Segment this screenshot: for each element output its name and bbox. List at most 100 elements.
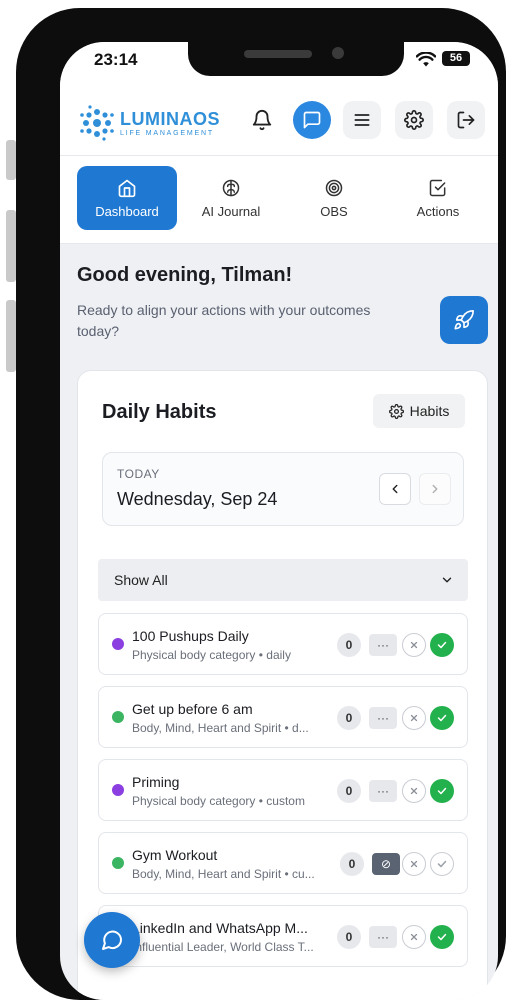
log-out-icon [457, 111, 475, 129]
rocket-icon [454, 310, 474, 330]
habits-settings-button[interactable]: Habits [373, 394, 465, 428]
habit-count-badge: 0 [337, 779, 361, 803]
habit-complete-button[interactable] [430, 852, 454, 876]
habits-button-label: Habits [409, 403, 450, 419]
battery-indicator: 56 [442, 51, 470, 66]
habit-options-button[interactable]: ··· [369, 780, 397, 802]
previous-day-button[interactable] [379, 473, 411, 505]
tab-ai-journal[interactable]: AI Journal [181, 166, 281, 230]
habit-options-button[interactable]: ··· [369, 707, 397, 729]
habit-name: 100 Pushups Daily [132, 628, 249, 644]
habit-skip-button[interactable] [402, 633, 426, 657]
brand-name: LUMINAOS [120, 108, 220, 129]
check-icon [436, 639, 448, 651]
tab-label: Dashboard [95, 203, 159, 219]
brand-tagline: LIFE MANAGEMENT [120, 129, 214, 137]
habit-category-dot [112, 857, 124, 869]
tab-label: OBS [320, 203, 348, 219]
settings-button[interactable] [395, 101, 433, 139]
home-icon [118, 179, 136, 197]
habit-complete-button[interactable] [430, 633, 454, 657]
checkbox-icon [429, 179, 446, 196]
habit-count-badge: 0 [340, 852, 364, 876]
date-label: TODAY [117, 467, 160, 481]
date-selector: TODAY Wednesday, Sep 24 [102, 452, 464, 526]
brand-logo[interactable]: LUMINAOS LIFE MANAGEMENT [78, 104, 220, 142]
close-icon [409, 932, 419, 942]
habit-meta: Physical body category • custom [132, 794, 305, 808]
habit-complete-button[interactable] [430, 779, 454, 803]
close-icon [409, 859, 419, 869]
message-square-icon [303, 111, 321, 129]
bell-icon [252, 110, 272, 131]
target-icon [325, 179, 343, 196]
brain-icon [222, 179, 240, 196]
habit-complete-button[interactable] [430, 925, 454, 949]
notch [188, 42, 404, 76]
filter-value: Show All [114, 572, 168, 588]
phone-frame: 23:14 56 LUMINAOS LIFE MANAGEMENT Dashbo… [16, 8, 506, 1000]
quick-start-button[interactable] [440, 296, 488, 344]
message-circle-icon [102, 930, 123, 950]
habit-row[interactable]: 100 Pushups Daily Physical body category … [98, 613, 468, 675]
habit-count-badge: 0 [337, 706, 361, 730]
logo-mark-icon [80, 105, 114, 141]
habit-row[interactable]: Get up before 6 am Body, Mind, Heart and … [98, 686, 468, 748]
wifi-icon [416, 52, 436, 67]
close-icon [409, 786, 419, 796]
habit-skip-button[interactable] [402, 706, 426, 730]
habit-name: Priming [132, 774, 180, 790]
check-icon [436, 858, 448, 870]
habit-name: Gym Workout [132, 847, 218, 863]
tab-dashboard[interactable]: Dashboard [77, 166, 177, 230]
close-icon [409, 713, 419, 723]
check-icon [436, 931, 448, 943]
chevron-left-icon [392, 484, 398, 494]
habit-row[interactable]: Priming Physical body category • custom 0 ·… [98, 759, 468, 821]
chevron-down-icon [442, 577, 452, 583]
tab-actions[interactable]: Actions [388, 166, 488, 230]
gear-icon [388, 403, 404, 419]
habit-category-dot [112, 784, 124, 796]
habit-row[interactable]: LinkedIn and WhatsApp M... Influential Le… [98, 905, 468, 967]
habit-row[interactable]: Gym Workout Body, Mind, Heart and Spirit … [98, 832, 468, 894]
habit-name: LinkedIn and WhatsApp M... [132, 920, 308, 936]
chat-button[interactable] [293, 101, 331, 139]
habit-options-button[interactable]: ⊘ [372, 853, 400, 875]
main-tabs: Dashboard AI Journal OBS Actions [60, 156, 498, 244]
chevron-right-icon [432, 484, 438, 494]
tab-label: Actions [416, 203, 460, 219]
habit-meta: Influential Leader, World Class T... [132, 940, 314, 954]
app-screen: 23:14 56 LUMINAOS LIFE MANAGEMENT Dashbo… [60, 42, 498, 1000]
habit-options-button[interactable]: ··· [369, 634, 397, 656]
status-bar: 23:14 56 [60, 42, 498, 92]
daily-habits-card: Daily Habits Habits TODAY Wednesday, Sep… [77, 370, 488, 1000]
habit-skip-button[interactable] [402, 779, 426, 803]
habit-meta: Body, Mind, Heart and Spirit • d... [132, 721, 309, 735]
habit-category-dot [112, 638, 124, 650]
habit-filter-select[interactable]: Show All [98, 559, 468, 601]
next-day-button[interactable] [419, 473, 451, 505]
habit-skip-button[interactable] [402, 852, 426, 876]
habit-options-button[interactable]: ··· [369, 926, 397, 948]
gear-icon [404, 110, 424, 130]
habit-meta: Body, Mind, Heart and Spirit • cu... [132, 867, 315, 881]
card-title: Daily Habits [102, 401, 217, 423]
notifications-button[interactable] [243, 101, 281, 139]
menu-icon [354, 114, 370, 126]
habit-name: Get up before 6 am [132, 701, 253, 717]
status-time: 23:14 [94, 50, 138, 69]
tab-obs[interactable]: OBS [284, 166, 384, 230]
habit-category-dot [112, 711, 124, 723]
tab-label: AI Journal [201, 203, 261, 219]
habit-count-badge: 0 [337, 633, 361, 657]
menu-button[interactable] [343, 101, 381, 139]
habit-complete-button[interactable] [430, 706, 454, 730]
app-header: LUMINAOS LIFE MANAGEMENT [60, 92, 498, 156]
greeting-subtitle: Ready to align your actions with your ou… [77, 302, 371, 339]
check-icon [436, 712, 448, 724]
logout-button[interactable] [447, 101, 485, 139]
chat-fab-button[interactable] [84, 912, 140, 968]
habit-skip-button[interactable] [402, 925, 426, 949]
date-value: Wednesday, Sep 24 [117, 489, 278, 509]
